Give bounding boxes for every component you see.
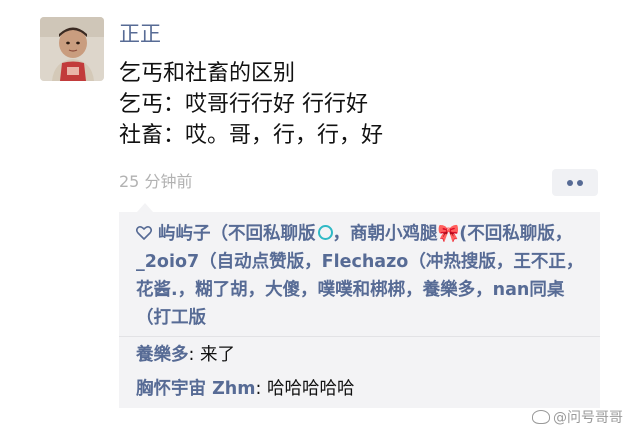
post-text-line: 乞丐和社畜的区别 [119, 61, 296, 86]
comment-separator: : [188, 345, 200, 365]
moments-post: 正正 乞丐和社畜的区别 乞丐：哎哥行行好 行行好 社畜：哎。哥，行，行，好 25… [0, 0, 640, 434]
more-actions-button[interactable] [552, 169, 598, 196]
child-photo-icon [40, 17, 104, 81]
comment-separator: : [255, 379, 267, 399]
watermark-text: @问号哥哥 [553, 410, 623, 426]
heart-outline-icon [135, 220, 153, 248]
post-text-line: 乞丐：哎哥行行好 行行好 [119, 92, 368, 117]
post-content: 乞丐和社畜的区别 乞丐：哎哥行行好 行行好 社畜：哎。哥，行，行，好 [119, 58, 619, 151]
comment-text: 来了 [199, 345, 235, 365]
watermark: @问号哥哥 [532, 408, 623, 428]
comment-text: 哈哈哈哈哈 [266, 379, 355, 399]
liker-names[interactable]: 屿屿子（不回私聊版 [158, 224, 316, 244]
post-timestamp: 25 分钟前 [119, 172, 193, 191]
author-name[interactable]: 正正 [119, 22, 161, 46]
likes-list[interactable]: 屿屿子（不回私聊版 ，商朝小鸡腿🎀(不回私聊版，_2oio7（自动点赞版，Flec… [135, 220, 594, 332]
post-text-line: 社畜：哎。哥，行，行，好 [119, 123, 384, 148]
comment-author[interactable]: 養樂多 [136, 345, 189, 365]
ribbon-bow-icon: 🎀 [437, 224, 460, 244]
panel-pointer [137, 203, 153, 212]
comment-item[interactable]: 養樂多: 来了 [136, 343, 235, 367]
circle-emoji-icon [317, 225, 333, 240]
liker-names[interactable]: ，商朝小鸡腿 [333, 224, 438, 244]
comment-item[interactable]: 胸怀宇宙 Zhm: 哈哈哈哈哈 [136, 377, 354, 401]
weibo-icon [532, 410, 550, 424]
interaction-panel: 屿屿子（不回私聊版 ，商朝小鸡腿🎀(不回私聊版，_2oio7（自动点赞版，Flec… [119, 212, 600, 408]
divider [119, 336, 600, 337]
comment-author[interactable]: 胸怀宇宙 Zhm [136, 379, 255, 399]
more-dots-icon [577, 179, 583, 186]
avatar[interactable] [40, 17, 104, 81]
more-dots-icon [567, 179, 573, 186]
